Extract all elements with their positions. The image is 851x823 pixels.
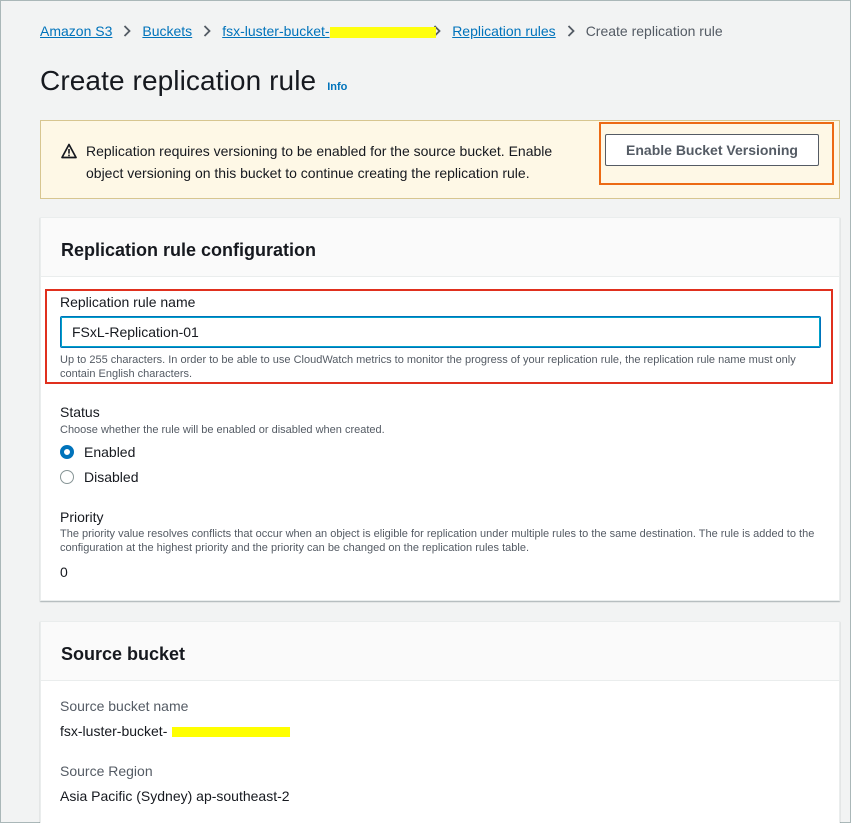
- enable-bucket-versioning-button[interactable]: Enable Bucket Versioning: [605, 134, 819, 166]
- redaction-mark: [172, 727, 290, 737]
- radio-unchecked-icon[interactable]: [60, 470, 74, 484]
- alert-message: Replication requires versioning to be en…: [86, 143, 553, 181]
- panel-header: Source bucket: [41, 622, 839, 681]
- status-enabled-radio[interactable]: Enabled: [60, 444, 135, 460]
- chevron-right-icon: [203, 25, 211, 37]
- warning-icon: [61, 143, 77, 159]
- rule-name-label: Replication rule name: [60, 294, 196, 310]
- source-bucket-name-wrapper: fsx-luster-bucket-: [60, 723, 300, 741]
- chevron-right-icon: [567, 25, 575, 37]
- page-frame: Amazon S3 Buckets fsx-luster-bucket- Rep…: [0, 0, 851, 823]
- priority-value: 0: [60, 564, 68, 580]
- source-bucket-panel: Source bucket Source bucket name fsx-lus…: [40, 621, 840, 823]
- replication-rule-configuration-panel: Replication rule configuration Replicati…: [40, 217, 840, 601]
- breadcrumb-current: Create replication rule: [585, 23, 723, 39]
- radio-checked-icon[interactable]: [60, 445, 74, 459]
- source-region-value: Asia Pacific (Sydney) ap-southeast-2: [60, 788, 290, 804]
- status-enabled-label: Enabled: [84, 444, 136, 460]
- status-label: Status: [60, 404, 100, 420]
- breadcrumb-amazon-s3[interactable]: Amazon S3: [40, 23, 112, 39]
- breadcrumb: Amazon S3 Buckets fsx-luster-bucket- Rep…: [40, 21, 723, 41]
- page-title-row: Create replication rule Info: [40, 65, 347, 97]
- breadcrumb-buckets[interactable]: Buckets: [142, 23, 192, 39]
- status-description: Choose whether the rule will be enabled …: [60, 424, 385, 436]
- panel-header: Replication rule configuration: [41, 218, 839, 277]
- status-disabled-radio[interactable]: Disabled: [60, 469, 138, 485]
- rule-name-hint: Up to 255 characters. In order to be abl…: [60, 354, 796, 380]
- rule-name-input[interactable]: [60, 316, 821, 348]
- redaction-mark: [330, 27, 437, 38]
- panel-title: Source bucket: [61, 644, 186, 664]
- chevron-right-icon: [123, 25, 132, 37]
- page-title: Create replication rule: [40, 65, 317, 96]
- source-bucket-name-label: Source bucket name: [60, 698, 189, 714]
- source-region-label: Source Region: [60, 763, 153, 779]
- versioning-warning-alert: Replication requires versioning to be en…: [40, 120, 840, 199]
- status-disabled-label: Disabled: [84, 469, 139, 485]
- priority-description: The priority value resolves conflicts th…: [60, 528, 815, 554]
- panel-title: Replication rule configuration: [61, 240, 317, 260]
- breadcrumb-replication-rules[interactable]: Replication rules: [452, 23, 556, 39]
- source-bucket-name-value: fsx-luster-bucket-: [60, 723, 168, 739]
- breadcrumb-bucket-wrapper: fsx-luster-bucket-: [222, 23, 437, 39]
- info-link[interactable]: Info: [327, 81, 347, 93]
- priority-label: Priority: [60, 509, 104, 525]
